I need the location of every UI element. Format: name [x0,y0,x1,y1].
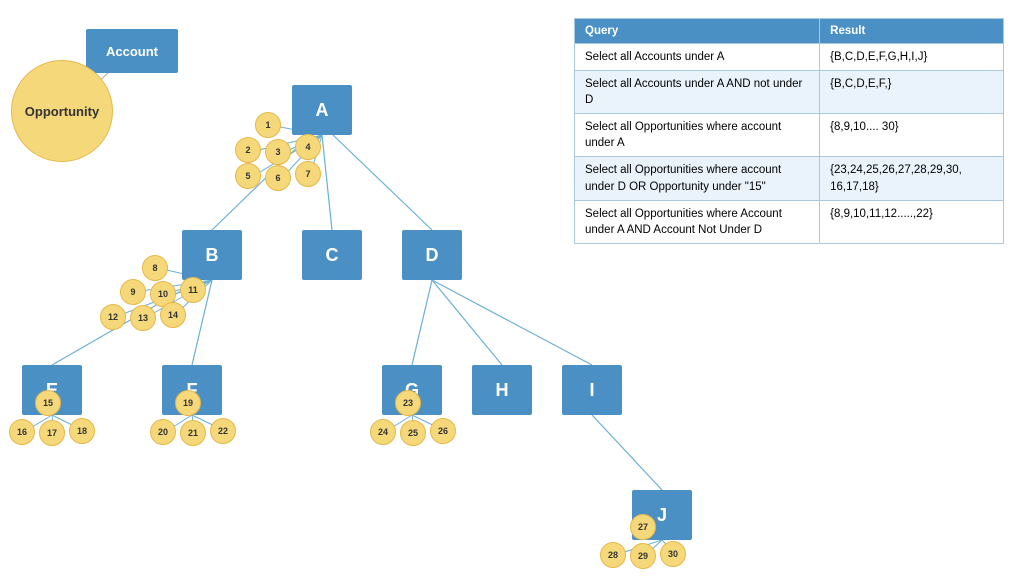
diagram-area: Account Opportunity A B C D E F G H I J … [0,0,1024,576]
opp-8: 8 [142,255,168,281]
opp-29: 29 [630,543,656,569]
opp-25: 25 [400,420,426,446]
opp-1: 1 [255,112,281,138]
node-c: C [302,230,362,280]
opp-23: 23 [395,390,421,416]
opp-26: 26 [430,418,456,444]
legend-account: Account [86,29,178,73]
node-a: A [292,85,352,135]
opp-14: 14 [160,302,186,328]
table-cell-query-0: Select all Accounts under A [575,44,820,71]
table-cell-query-4: Select all Opportunities where Account u… [575,200,820,243]
opp-5: 5 [235,163,261,189]
node-d: D [402,230,462,280]
opp-24: 24 [370,419,396,445]
opp-19: 19 [175,390,201,416]
opp-11: 11 [180,277,206,303]
opp-20: 20 [150,419,176,445]
opp-21: 21 [180,420,206,446]
node-b: B [182,230,242,280]
opp-17: 17 [39,420,65,446]
table-cell-result-2: {8,9,10.... 30} [820,114,1004,157]
opp-9: 9 [120,279,146,305]
col-result: Result [820,19,1004,44]
opp-28: 28 [600,542,626,568]
col-query: Query [575,19,820,44]
opp-4: 4 [295,134,321,160]
query-table: Query Result Select all Accounts under A… [574,18,1004,244]
legend-opportunity: Opportunity [11,60,113,162]
opp-2: 2 [235,137,261,163]
opp-30: 30 [660,541,686,567]
opp-16: 16 [9,419,35,445]
opp-12: 12 [100,304,126,330]
table-cell-result-0: {B,C,D,E,F,G,H,I,J} [820,44,1004,71]
table-cell-result-1: {B,C,D,E,F,} [820,71,1004,114]
table-cell-result-3: {23,24,25,26,27,28,29,30, 16,17,18} [820,157,1004,200]
table-cell-query-3: Select all Opportunities where account u… [575,157,820,200]
node-h: H [472,365,532,415]
opp-15: 15 [35,390,61,416]
table-cell-query-1: Select all Accounts under A AND not unde… [575,71,820,114]
table-cell-query-2: Select all Opportunities where account u… [575,114,820,157]
opp-18: 18 [69,418,95,444]
table-cell-result-4: {8,9,10,11,12.....,22} [820,200,1004,243]
opp-27: 27 [630,514,656,540]
opp-6: 6 [265,165,291,191]
opp-22: 22 [210,418,236,444]
opp-13: 13 [130,305,156,331]
opp-3: 3 [265,139,291,165]
opp-7: 7 [295,161,321,187]
node-i: I [562,365,622,415]
